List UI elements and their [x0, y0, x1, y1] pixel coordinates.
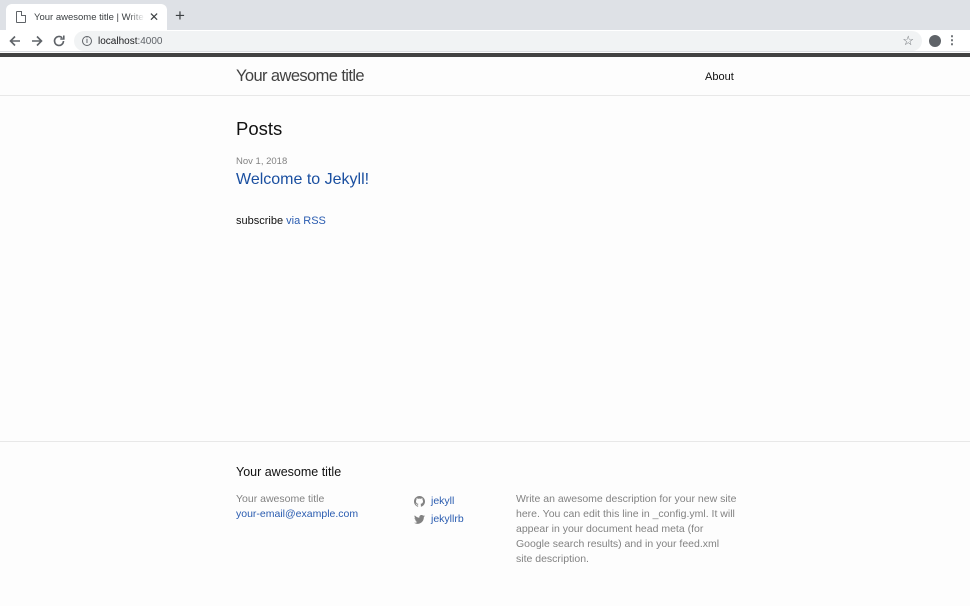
rss-prefix: subscribe	[236, 215, 284, 227]
back-arrow-icon[interactable]	[7, 33, 23, 49]
site-footer: Your awesome title Your awesome title yo…	[0, 441, 970, 601]
url-host: localhost	[98, 35, 138, 47]
footer-email-link[interactable]: your-email@example.com	[236, 507, 358, 522]
social-item-github[interactable]: jekyll	[414, 492, 464, 510]
menu-dots-icon[interactable]: ⋮	[946, 34, 958, 46]
bookmark-star-icon[interactable]: ☆	[902, 34, 914, 47]
post-link[interactable]: Welcome to Jekyll!	[236, 171, 369, 189]
reload-icon[interactable]	[51, 33, 67, 49]
site-title-link[interactable]: Your awesome title	[236, 67, 365, 86]
new-tab-icon[interactable]: +	[175, 7, 185, 24]
browser-toolbar: i localhost :4000 ☆ ⋮	[0, 30, 970, 52]
site-header: Your awesome title About	[0, 53, 970, 96]
account-icon[interactable]	[929, 35, 941, 47]
footer-contact: Your awesome title your-email@example.co…	[236, 492, 358, 522]
post-list-heading: Posts	[236, 118, 283, 139]
forward-arrow-icon[interactable]	[29, 33, 45, 49]
footer-social: jekyll jekyllrb	[414, 492, 464, 528]
social-item-twitter[interactable]: jekyllrb	[414, 510, 464, 528]
document-icon	[16, 11, 26, 23]
post-date: Nov 1, 2018	[236, 156, 288, 167]
rss-subscribe: subscribe via RSS	[236, 215, 326, 227]
info-icon[interactable]: i	[82, 36, 92, 46]
twitter-link[interactable]: jekyllrb	[431, 510, 464, 528]
tab-strip: Your awesome title | Write an awesome de…	[0, 0, 970, 30]
twitter-icon	[414, 514, 425, 524]
rss-link[interactable]: via RSS	[286, 215, 326, 227]
footer-heading: Your awesome title	[236, 465, 342, 479]
url-port: :4000	[137, 35, 163, 47]
github-icon	[414, 495, 425, 507]
nav-about-link[interactable]: About	[705, 71, 734, 83]
close-tab-icon[interactable]: ✕	[149, 11, 159, 23]
tab-title: Your awesome title | Write an awesome de…	[34, 11, 145, 23]
footer-name: Your awesome title	[236, 493, 325, 505]
site-page: Your awesome title About Posts Nov 1, 20…	[0, 53, 970, 606]
site-description: Write an awesome description for your ne…	[516, 493, 737, 565]
browser-tab[interactable]: Your awesome title | Write an awesome de…	[6, 4, 167, 30]
address-bar[interactable]: i localhost :4000	[74, 31, 922, 51]
page-content: Posts Nov 1, 2018 Welcome to Jekyll! sub…	[0, 96, 970, 441]
github-link[interactable]: jekyll	[431, 492, 454, 510]
